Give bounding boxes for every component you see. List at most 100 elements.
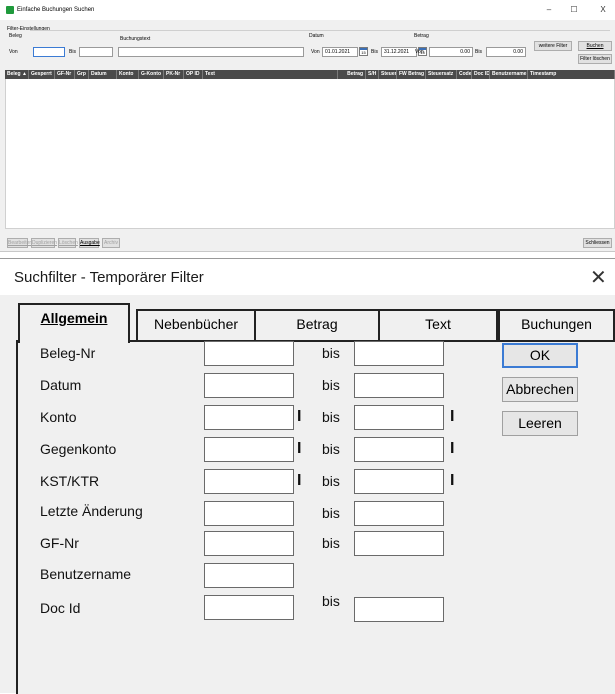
doc-id-from-input[interactable] bbox=[204, 595, 294, 620]
column-header[interactable]: Timestamp bbox=[528, 70, 615, 79]
kst-ktr-to-input[interactable] bbox=[354, 469, 444, 494]
bis-label: bis bbox=[322, 409, 340, 425]
doc-id-to-input[interactable] bbox=[354, 597, 444, 622]
column-header[interactable]: Doc ID bbox=[472, 70, 490, 79]
beleg-nr-from-input[interactable] bbox=[204, 341, 294, 366]
konto-to-input[interactable] bbox=[354, 405, 444, 430]
column-header[interactable]: OP ID bbox=[184, 70, 203, 79]
bis-label: bis bbox=[322, 473, 340, 489]
beleg-nr-to-input[interactable] bbox=[354, 341, 444, 366]
close-icon[interactable]: X bbox=[594, 5, 612, 14]
datum-to-input[interactable] bbox=[354, 373, 444, 398]
bis-label: bis bbox=[322, 505, 340, 521]
filter-loeschen-button[interactable]: Filter löschen bbox=[578, 54, 612, 64]
gegenkonto-label: Gegenkonto bbox=[40, 441, 117, 457]
datum-von-input[interactable]: 01.01.2021 bbox=[322, 47, 358, 57]
minimize-icon[interactable]: – bbox=[540, 5, 558, 14]
gegenkonto-from-input[interactable] bbox=[204, 437, 294, 462]
column-header[interactable]: Steuersatz bbox=[426, 70, 457, 79]
tab-label: Text bbox=[425, 316, 451, 332]
beleg-von-label: Von bbox=[9, 49, 18, 55]
maximize-icon[interactable]: ☐ bbox=[565, 5, 583, 14]
column-header[interactable]: Code bbox=[457, 70, 472, 79]
lookup-icon[interactable]: I bbox=[450, 471, 456, 491]
column-header[interactable]: Benutzername bbox=[490, 70, 528, 79]
bis-label: bis bbox=[322, 535, 340, 551]
tab-label: Allgemein bbox=[40, 310, 108, 326]
tab-text[interactable]: Text bbox=[378, 309, 498, 340]
datum-from-input[interactable] bbox=[204, 373, 294, 398]
lookup-icon[interactable]: I bbox=[297, 407, 303, 427]
tab-label: Buchungen bbox=[521, 316, 592, 332]
betrag-von-input[interactable]: 0.00 bbox=[429, 47, 473, 57]
benutzername-label: Benutzername bbox=[40, 566, 132, 582]
abbrechen-button[interactable]: Abbrechen bbox=[502, 377, 578, 402]
archiv-button[interactable]: Archiv bbox=[102, 238, 120, 248]
betrag-bis-input[interactable]: 0.00 bbox=[486, 47, 526, 57]
window-titlebar: Einfache Buchungen Suchen – ☐ X bbox=[0, 0, 615, 20]
column-header[interactable]: Gesperrt bbox=[29, 70, 55, 79]
tab-buchungen[interactable]: Buchungen bbox=[498, 309, 615, 340]
lookup-icon[interactable]: I bbox=[297, 471, 303, 491]
schliessen-button[interactable]: Schliessen bbox=[583, 238, 612, 248]
column-header[interactable]: FW Betrag bbox=[397, 70, 426, 79]
loeschen-button[interactable]: Löschen bbox=[58, 238, 78, 248]
kst-ktr-from-input[interactable] bbox=[204, 469, 294, 494]
ausgabe-button[interactable]: Ausgabe bbox=[79, 238, 100, 248]
bis-label: bis bbox=[322, 441, 340, 457]
beleg-bis-input[interactable] bbox=[79, 47, 113, 57]
close-icon[interactable]: ✕ bbox=[590, 265, 607, 290]
buchungstext-input[interactable] bbox=[118, 47, 304, 57]
konto-label: Konto bbox=[40, 409, 77, 425]
gf-nr-to-input[interactable] bbox=[354, 531, 444, 556]
column-header[interactable]: Betrag bbox=[338, 70, 366, 79]
betrag-bis-label: Bis bbox=[475, 49, 482, 55]
datum-bis-input[interactable]: 31.12.2021 bbox=[381, 47, 417, 57]
betrag-von-label: Von bbox=[415, 49, 424, 55]
results-table-body[interactable] bbox=[5, 79, 615, 229]
lookup-icon[interactable]: I bbox=[450, 439, 456, 459]
results-table-header: Beleg ▲ Gesperrt GF-Nr Grp Datum Konto G… bbox=[5, 70, 615, 79]
column-header[interactable]: Datum bbox=[89, 70, 117, 79]
column-header[interactable]: Steuer bbox=[379, 70, 397, 79]
gegenkonto-to-input[interactable] bbox=[354, 437, 444, 462]
benutzername-input[interactable] bbox=[204, 563, 294, 588]
group-divider bbox=[30, 30, 610, 31]
lookup-icon[interactable]: I bbox=[297, 439, 303, 459]
letzte-aenderung-from-input[interactable] bbox=[204, 501, 294, 526]
column-header[interactable]: G-Konto bbox=[139, 70, 164, 79]
datum-bis-label: Bis bbox=[371, 49, 378, 55]
gf-nr-from-input[interactable] bbox=[204, 531, 294, 556]
tab-label: Betrag bbox=[296, 316, 338, 332]
bis-label: bis bbox=[322, 345, 340, 361]
konto-from-input[interactable] bbox=[204, 405, 294, 430]
column-header[interactable]: Grp bbox=[75, 70, 89, 79]
column-header[interactable]: S/H bbox=[366, 70, 379, 79]
column-header[interactable]: GF-Nr bbox=[55, 70, 75, 79]
gf-nr-label: GF-Nr bbox=[40, 535, 79, 551]
duplizieren-button[interactable]: Duplizieren bbox=[31, 238, 57, 248]
tab-allgemein[interactable]: Allgemein bbox=[18, 303, 130, 343]
calendar-icon[interactable]: 15 bbox=[359, 47, 368, 56]
beleg-von-input[interactable] bbox=[33, 47, 65, 57]
leeren-button[interactable]: Leeren bbox=[502, 411, 578, 436]
buchen-button[interactable]: Buchen bbox=[578, 41, 612, 51]
tab-nebenbuecher[interactable]: Nebenbücher bbox=[136, 309, 256, 340]
tab-label: Nebenbücher bbox=[153, 316, 239, 332]
column-header[interactable]: Beleg ▲ bbox=[5, 70, 29, 79]
column-header[interactable]: Text bbox=[203, 70, 338, 79]
beleg-label: Beleg bbox=[9, 33, 22, 39]
buchungstext-label: Buchungstext bbox=[120, 36, 151, 42]
beleg-bis-label: Bis bbox=[69, 49, 76, 55]
betrag-label: Betrag bbox=[414, 33, 429, 39]
ok-button[interactable]: OK bbox=[502, 343, 578, 368]
lookup-icon[interactable]: I bbox=[450, 407, 456, 427]
letzte-aenderung-to-input[interactable] bbox=[354, 501, 444, 526]
bearbeiten-button[interactable]: Bearbeiten bbox=[7, 238, 32, 248]
window-title: Einfache Buchungen Suchen bbox=[17, 7, 95, 13]
weitere-filter-button[interactable]: weitere Filter bbox=[534, 41, 572, 51]
column-header[interactable]: PK-Nr bbox=[164, 70, 184, 79]
column-header[interactable]: Konto bbox=[117, 70, 139, 79]
tab-betrag[interactable]: Betrag bbox=[254, 309, 380, 340]
search-filter-dialog: Suchfilter - Temporärer Filter ✕ Allgeme… bbox=[0, 258, 615, 694]
